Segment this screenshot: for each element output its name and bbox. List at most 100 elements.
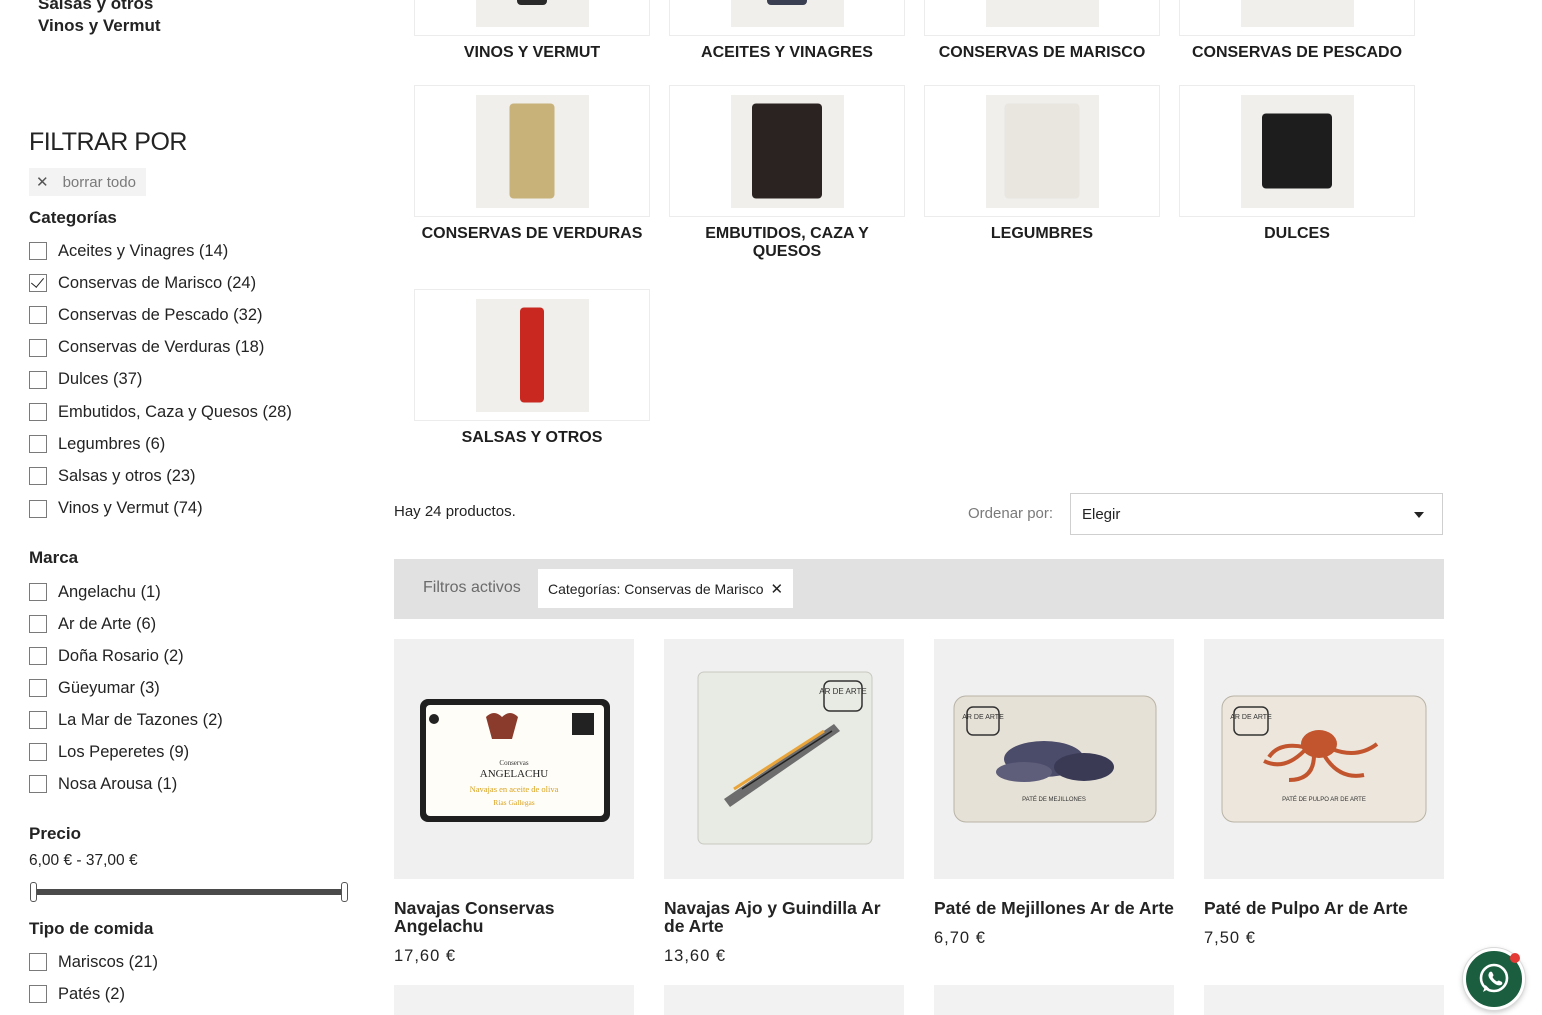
product-card-partial[interactable] (934, 985, 1174, 1015)
subcategory-image-frame[interactable] (1179, 85, 1415, 217)
categories-checkbox-item[interactable]: Dulces (37) (29, 369, 142, 391)
product-card-partial[interactable] (394, 985, 634, 1015)
categories-checkbox-item[interactable]: Vinos y Vermut (74) (29, 498, 203, 520)
categories-checkbox-item[interactable]: Legumbres (6) (29, 433, 165, 455)
brands-checkbox-item[interactable]: La Mar de Tazones (2) (29, 709, 223, 731)
subcategory-tile[interactable]: CONSERVAS DE MARISCO (924, 0, 1160, 62)
checkbox[interactable] (29, 953, 47, 971)
product-price: 6,70 € (934, 929, 986, 947)
product-image[interactable]: AR DE ARTE PATÉ DE PULPO AR DE ARTE (1204, 639, 1444, 879)
checkbox[interactable] (29, 679, 47, 697)
notification-dot (1510, 953, 1520, 963)
checkbox[interactable] (29, 985, 47, 1003)
brands-checkbox-item[interactable]: Los Peperetes (9) (29, 741, 189, 763)
checkbox[interactable] (29, 583, 47, 601)
product-title[interactable]: Navajas Ajo y Guindilla Ar de Arte (664, 899, 904, 935)
subcategory-image-frame[interactable] (414, 0, 650, 36)
subcategory-tile[interactable]: SALSAS Y OTROS (414, 289, 650, 447)
subcategory-image-frame[interactable] (924, 0, 1160, 36)
categories-checkbox-item[interactable]: Aceites y Vinagres (14) (29, 240, 228, 262)
product-card[interactable]: Conservas ANGELACHU Navajas en aceite de… (394, 639, 634, 966)
product-image[interactable]: AR DE ARTE (664, 639, 904, 879)
subcategory-tile[interactable]: ACEITES Y VINAGRES (669, 0, 905, 62)
brands-checkbox-item[interactable]: Nosa Arousa (1) (29, 773, 177, 795)
subcategory-image-frame[interactable] (414, 85, 650, 217)
subcategory-image (730, 94, 844, 208)
subcategory-name[interactable]: CONSERVAS DE VERDURAS (414, 225, 650, 243)
product-title[interactable]: Paté de Pulpo Ar de Arte (1204, 899, 1444, 917)
subcategory-tile[interactable]: LEGUMBRES (924, 85, 1160, 243)
subcategory-name[interactable]: CONSERVAS DE PESCADO (1179, 44, 1415, 62)
subcategory-name[interactable]: CONSERVAS DE MARISCO (924, 44, 1160, 62)
subcategory-name[interactable]: LEGUMBRES (924, 225, 1160, 243)
checkbox[interactable] (29, 435, 47, 454)
subcategory-name[interactable]: VINOS Y VERMUT (414, 44, 650, 62)
subcategory-name[interactable]: DULCES (1179, 225, 1415, 243)
close-icon[interactable]: ✕ (771, 580, 784, 598)
tin-text: PATÉ DE MEJILLONES (1022, 796, 1086, 803)
product-title[interactable]: Paté de Mejillones Ar de Arte (934, 899, 1174, 917)
checkbox[interactable] (29, 306, 47, 325)
active-filters-bar: Filtros activos Categorías: Conservas de… (394, 559, 1444, 619)
clear-all-button[interactable]: ✕ borrar todo (29, 168, 146, 196)
categories-checkbox-item[interactable]: Conservas de Marisco (24) (29, 272, 256, 294)
whatsapp-button[interactable] (1463, 948, 1525, 1010)
price-slider-min-handle[interactable] (30, 882, 37, 902)
food_types-checkbox-item[interactable]: Patés (2) (29, 983, 125, 1005)
checkbox[interactable] (29, 775, 47, 793)
subcategory-image (475, 0, 589, 27)
categories-checkbox-item[interactable]: Conservas de Verduras (18) (29, 337, 264, 359)
product-image[interactable]: Conservas ANGELACHU Navajas en aceite de… (394, 639, 634, 879)
subcategory-name[interactable]: EMBUTIDOS, CAZA Y QUESOS (669, 225, 905, 261)
checkbox[interactable] (29, 242, 47, 260)
checkbox[interactable] (29, 403, 47, 421)
product-card[interactable]: AR DE ARTE PATÉ DE MEJILLONES Paté de Me… (934, 639, 1174, 948)
subcategory-image-frame[interactable] (669, 85, 905, 217)
brands-label: La Mar de Tazones (2) (58, 710, 223, 729)
checkbox[interactable] (29, 274, 47, 293)
subcategory-tile[interactable]: EMBUTIDOS, CAZA Y QUESOS (669, 85, 905, 261)
sort-select[interactable]: Elegir (1070, 493, 1443, 535)
active-filter-chip[interactable]: Categorías: Conservas de Marisco ✕ (538, 569, 794, 608)
checkbox[interactable] (29, 647, 47, 665)
food_types-checkbox-item[interactable]: Mariscos (21) (29, 951, 158, 973)
product-card[interactable]: AR DE ARTE Navajas Ajo y Guindilla Ar de… (664, 639, 904, 966)
checkbox[interactable] (29, 615, 47, 633)
price-slider[interactable] (30, 882, 348, 902)
product-card[interactable]: AR DE ARTE PATÉ DE PULPO AR DE ARTE Paté… (1204, 639, 1444, 948)
brands-checkbox-item[interactable]: Doña Rosario (2) (29, 645, 184, 667)
subcategory-tile[interactable]: DULCES (1179, 85, 1415, 243)
product-card-partial[interactable] (1204, 985, 1444, 1015)
subcategory-name[interactable]: SALSAS Y OTROS (414, 429, 650, 447)
checkbox[interactable] (29, 467, 47, 486)
subcategory-image-frame[interactable] (924, 85, 1160, 217)
checkbox[interactable] (29, 499, 47, 518)
subcategory-image-frame[interactable] (669, 0, 905, 36)
subcategory-tile[interactable]: CONSERVAS DE VERDURAS (414, 85, 650, 243)
tin-text: AR DE ARTE (962, 714, 1004, 721)
subcategory-tile[interactable]: VINOS Y VERMUT (414, 0, 650, 62)
brands-checkbox-item[interactable]: Ar de Arte (6) (29, 613, 156, 635)
categories-checkbox-item[interactable]: Salsas y otros (23) (29, 465, 196, 487)
categories-checkbox-item[interactable]: Conservas de Pescado (32) (29, 304, 263, 326)
category-link-vinos[interactable]: Vinos y Vermut (38, 16, 161, 36)
product-card-partial[interactable] (664, 985, 904, 1015)
subcategory-name[interactable]: ACEITES Y VINAGRES (669, 44, 905, 62)
subcategory-image-frame[interactable] (1179, 0, 1415, 36)
product-price: 7,50 € (1204, 929, 1256, 947)
categories-label: Salsas y otros (23) (58, 466, 196, 485)
brands-checkbox-item[interactable]: Güeyumar (3) (29, 677, 160, 699)
product-count: Hay 24 productos. (394, 503, 516, 520)
subcategory-tile[interactable]: CONSERVAS DE PESCADO (1179, 0, 1415, 62)
brands-checkbox-item[interactable]: Angelachu (1) (29, 581, 161, 603)
checkbox[interactable] (29, 370, 47, 389)
product-image[interactable]: AR DE ARTE PATÉ DE MEJILLONES (934, 639, 1174, 879)
checkbox[interactable] (29, 743, 47, 761)
category-link-salsas[interactable]: Salsas y otros (38, 0, 153, 14)
price-slider-max-handle[interactable] (341, 882, 348, 902)
subcategory-image-frame[interactable] (414, 289, 650, 421)
checkbox[interactable] (29, 711, 47, 729)
categories-checkbox-item[interactable]: Embutidos, Caza y Quesos (28) (29, 401, 292, 423)
checkbox[interactable] (29, 338, 47, 357)
product-title[interactable]: Navajas Conservas Angelachu (394, 899, 634, 935)
